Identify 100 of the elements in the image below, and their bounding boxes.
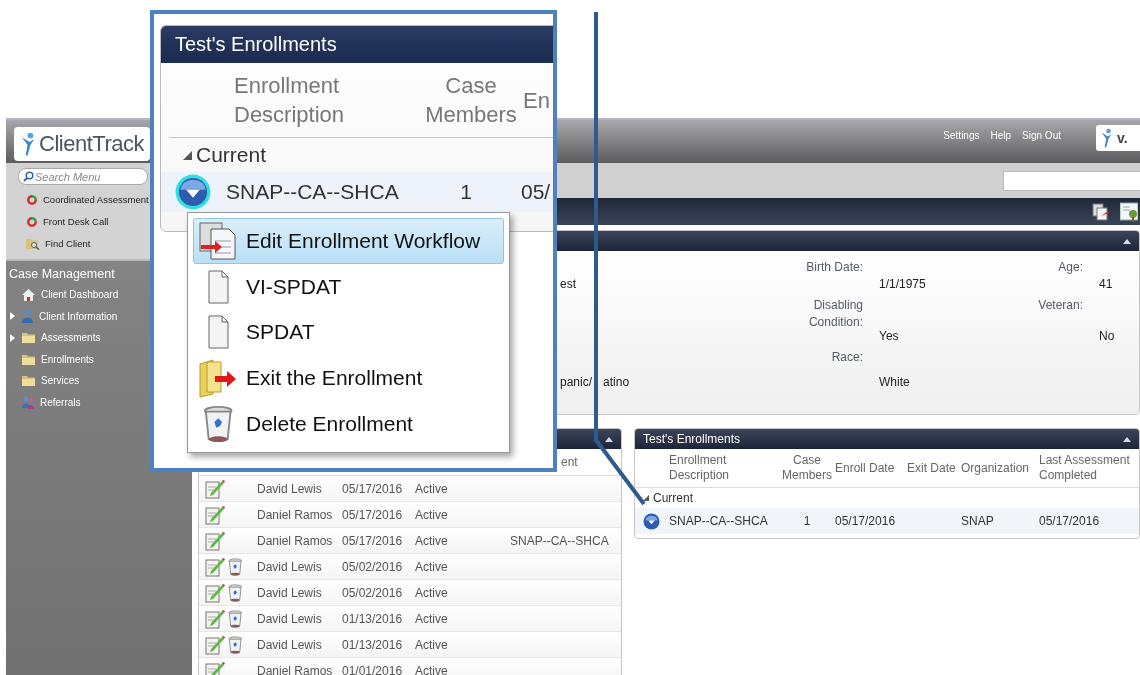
edit-note-icon[interactable] [205, 504, 225, 525]
table-cell-text: Daniel Ramos [257, 533, 334, 548]
cycle-icon [26, 215, 38, 228]
edit-note-icon[interactable] [205, 582, 225, 603]
section-title: Case Management [8, 266, 116, 283]
table-cell-text: David Lewis [257, 637, 323, 652]
sidebar-item-label: Client Dashboard [41, 289, 119, 301]
table-cell-text: SNAP--CA--SHCA [669, 514, 769, 528]
trash-icon[interactable] [202, 405, 234, 444]
group-label: Current [196, 143, 267, 167]
trash-icon[interactable] [228, 609, 243, 628]
folder-exit-icon [199, 358, 237, 399]
trash-icon[interactable] [228, 557, 243, 576]
menu-item[interactable]: Delete Enrollment [193, 401, 504, 447]
dropdown-circle-icon[interactable] [175, 174, 211, 210]
search-menu-field[interactable]: Search Menu [18, 168, 148, 185]
trash-icon[interactable] [228, 635, 243, 654]
field-label: Race: [830, 349, 863, 366]
table-cell-text: 01/13/2016 [342, 611, 404, 626]
edit-note-icon[interactable] [205, 660, 225, 675]
menu-item[interactable]: SPDAT [193, 309, 504, 356]
sidebar-item[interactable]: Enrollments [6, 348, 94, 370]
collapse-icon[interactable] [605, 436, 613, 442]
group-label: Current [653, 491, 693, 505]
tree-chart-icon[interactable] [1120, 201, 1138, 222]
table-cell-text: Active [415, 559, 449, 574]
field-value: panic/ [559, 375, 593, 389]
trash-icon[interactable] [228, 583, 243, 602]
folder-search-icon [26, 237, 40, 250]
search-field[interactable] [1003, 170, 1140, 191]
table-cell-text: 05/17/2016 [342, 533, 404, 548]
edit-note-icon[interactable] [205, 530, 225, 551]
table-cell-text: 05/02/2016 [342, 585, 404, 600]
table-cell-text: David Lewis [257, 481, 323, 496]
column-header: Case Members [424, 72, 518, 129]
menu-item[interactable]: Front Desk Call [18, 212, 109, 231]
menu-item[interactable]: Edit Enrollment Workflow [193, 218, 504, 264]
table-cell-text: 05/17/2016 [342, 507, 404, 522]
edit-note-icon[interactable] [205, 608, 225, 629]
collapse-icon[interactable] [1123, 238, 1131, 244]
column-header: ent [561, 455, 578, 469]
table-cell-text: Active [415, 663, 449, 675]
sidebar-item-label: Enrollments [41, 353, 94, 365]
expand-arrow-icon[interactable] [10, 312, 15, 321]
field-label: Birth Date: [805, 259, 863, 276]
column-header: Last Assessment Completed [1039, 453, 1131, 483]
field-label: Veteran: [1037, 297, 1083, 314]
table-cell-text: 05/17/2016 [342, 481, 404, 496]
field-value: White [878, 375, 911, 389]
table-cell-text: SNAP--CA--SHCA [510, 533, 610, 548]
column-header: Enrollment Description [669, 453, 731, 483]
documents-icon[interactable] [1092, 202, 1110, 221]
dropdown-circle-icon[interactable] [643, 512, 660, 530]
table-cell-text: Active [415, 507, 449, 522]
menu-item[interactable]: Find Client [18, 234, 91, 253]
field-label: Age: [1057, 259, 1083, 276]
table-cell-text: Active [415, 585, 449, 600]
sidebar-item[interactable]: Assessments [6, 327, 101, 349]
edit-note-icon[interactable] [205, 634, 225, 655]
table-cell-text: David Lewis [257, 611, 323, 626]
sidebar-item-label: Referrals [40, 396, 81, 408]
menu-item[interactable]: Exit the Enrollment [193, 355, 504, 402]
column-header: En [523, 86, 551, 115]
folder-icon [22, 353, 35, 365]
workflow-document-icon [199, 220, 237, 261]
column-header: Organization [961, 460, 1031, 476]
search-icon [23, 171, 34, 182]
menu-item[interactable]: VI-SPDAT [193, 263, 504, 310]
table-cell-text: Active [415, 481, 449, 496]
edit-note-icon[interactable] [205, 556, 225, 577]
column-header: Enroll Date [835, 460, 896, 476]
table-cell-text: Active [415, 533, 449, 548]
table-cell-text: Active [415, 611, 449, 626]
edit-note-icon[interactable] [205, 478, 225, 499]
table-cell-text: SNAP [961, 514, 995, 528]
expand-arrow-icon[interactable] [10, 333, 15, 342]
menu-item[interactable]: Coordinated Assessment [18, 190, 149, 209]
field-label: Disabling Condition: [807, 297, 863, 331]
table-cell-text: David Lewis [257, 585, 323, 600]
sidebar-item[interactable]: Client Dashboard [6, 284, 119, 306]
table-cell-text: 1 [802, 514, 812, 528]
expanded-triangle-icon[interactable] [183, 150, 192, 160]
header-link[interactable]: Settings [938, 130, 985, 141]
table-cell-text: SNAP--CA--SHCA [226, 180, 400, 204]
sidebar-item[interactable]: Services [6, 370, 80, 392]
collapse-icon[interactable] [1123, 436, 1131, 442]
panel-title: Test's Enrollments [161, 26, 553, 63]
sidebar-item[interactable]: Client Information [6, 305, 118, 327]
table-cell-text: 05/02/2016 [342, 559, 404, 574]
field-value: 41 [1098, 277, 1114, 291]
expanded-triangle-icon[interactable] [643, 495, 649, 501]
table-cell-text: David Lewis [257, 559, 323, 574]
header-link[interactable]: Help [984, 130, 1017, 141]
table-cell-text: 05/17/2016 [835, 514, 897, 528]
header-link[interactable]: Sign Out [1016, 130, 1066, 141]
sidebar-item[interactable]: Referrals [6, 391, 81, 413]
sidebar-item-label: Services [41, 375, 80, 387]
figure-logo-icon [1100, 127, 1114, 148]
logo-text: ClientTrack [39, 130, 144, 157]
person-icon [22, 309, 33, 324]
